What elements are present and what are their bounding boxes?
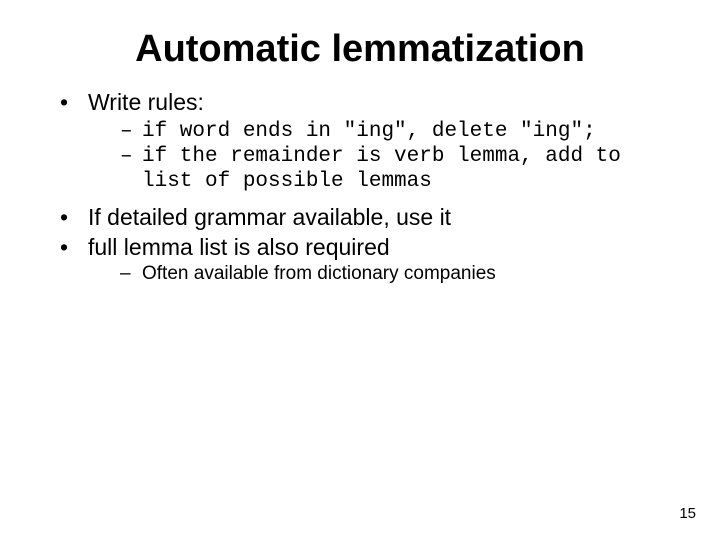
sub-bullet-list: Often available from dictionary companie… <box>88 263 670 286</box>
sub-bullet-text: if the remainder is verb lemma, add to l… <box>142 145 621 193</box>
bullet-text: If detailed grammar available, use it <box>88 204 451 230</box>
slide: Automatic lemmatization Write rules: if … <box>0 0 720 540</box>
bullet-item: full lemma list is also required Often a… <box>60 234 670 286</box>
bullet-text: full lemma list is also required <box>88 234 390 260</box>
bullet-list: Write rules: if word ends in "ing", dele… <box>60 89 670 286</box>
sub-bullet-text: if word ends in "ing", delete "ing"; <box>142 120 596 143</box>
sub-bullet-text: Often available from dictionary companie… <box>142 263 496 284</box>
bullet-item: Write rules: if word ends in "ing", dele… <box>60 89 670 194</box>
bullet-text: Write rules: <box>88 89 204 115</box>
sub-bullet-item: if the remainder is verb lemma, add to l… <box>120 144 670 194</box>
sub-bullet-item: if word ends in "ing", delete "ing"; <box>120 119 670 144</box>
bullet-item: If detailed grammar available, use it <box>60 204 670 232</box>
sub-bullet-list-code: if word ends in "ing", delete "ing"; if … <box>88 119 670 195</box>
sub-bullet-item: Often available from dictionary companie… <box>120 263 670 286</box>
slide-body: Write rules: if word ends in "ing", dele… <box>0 81 720 286</box>
page-number: 15 <box>679 505 696 522</box>
slide-title: Automatic lemmatization <box>0 0 720 81</box>
